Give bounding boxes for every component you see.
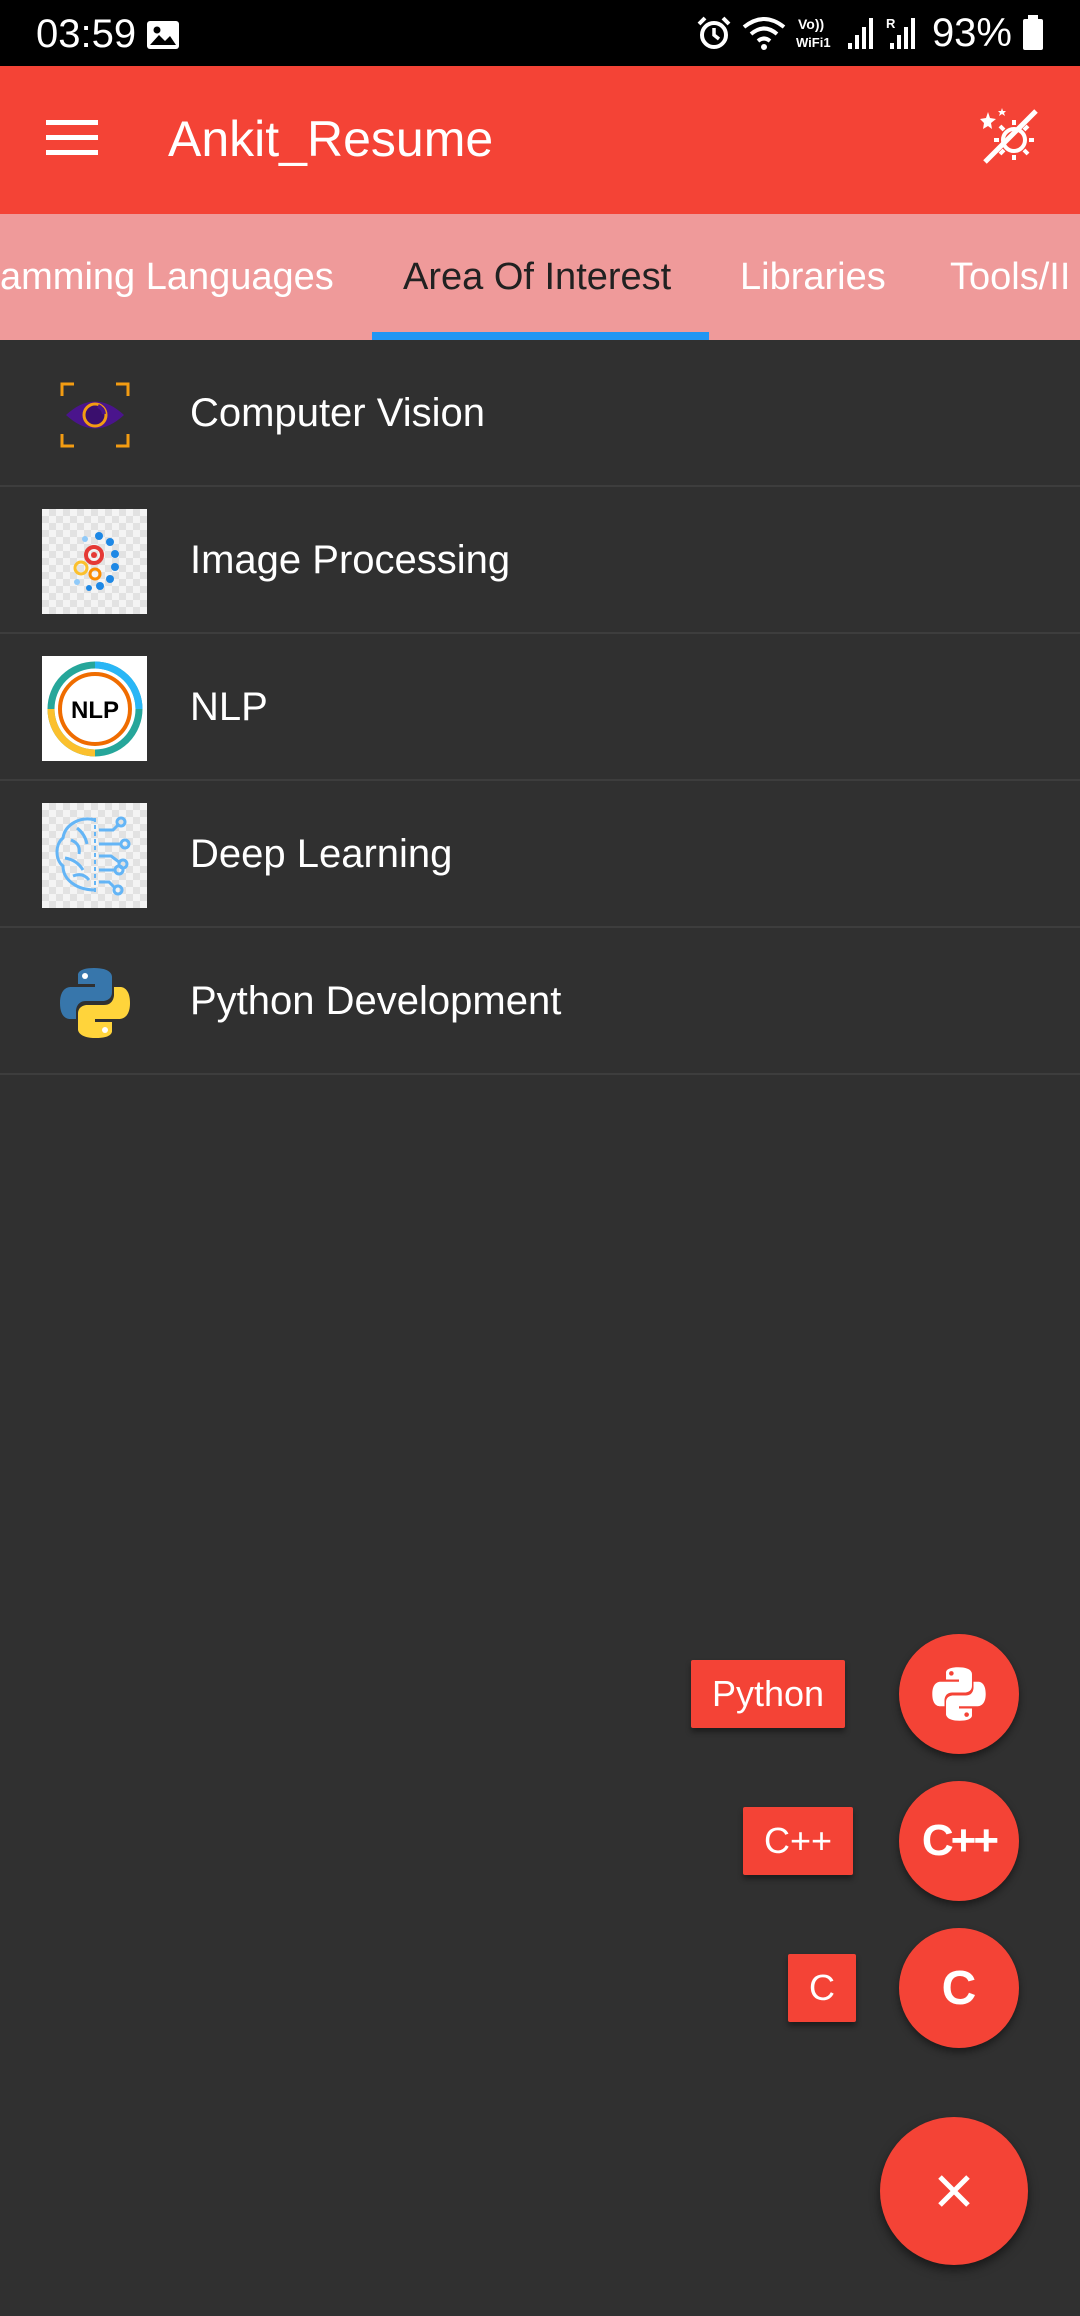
list-item-image-processing[interactable]: Image Processing	[0, 487, 1080, 634]
close-icon	[938, 2175, 970, 2207]
list-item-label: Computer Vision	[190, 391, 485, 435]
tab-libraries[interactable]: Libraries	[740, 214, 886, 340]
tab-tools[interactable]: Tools/II	[950, 214, 1070, 340]
signal-roaming-icon: R	[886, 16, 915, 49]
battery-icon	[1023, 15, 1043, 50]
status-icons: Vo)) WiFi1 R 93%	[696, 10, 1044, 56]
c-fab[interactable]: C	[899, 1928, 1019, 2048]
volte-text: Vo))	[798, 16, 824, 32]
speed-dial-c: C C	[0, 1928, 1080, 2048]
interest-list: Computer Vision Image Processing NLP NLP…	[0, 340, 1080, 1075]
python-icon	[932, 1667, 986, 1721]
computer-vision-icon	[42, 362, 147, 467]
list-item-label: Deep Learning	[190, 832, 453, 876]
tab-programming-languages[interactable]: amming Languages	[0, 214, 334, 340]
cpp-icon: C++	[921, 1816, 999, 1865]
roaming-text: R	[886, 16, 896, 31]
python-fab[interactable]	[899, 1634, 1019, 1754]
python-logo-icon	[42, 950, 147, 1055]
theme-toggle-icon[interactable]	[980, 106, 1040, 166]
list-item-label: Python Development	[190, 979, 562, 1023]
app-title: Ankit_Resume	[168, 111, 494, 167]
battery-percent: 93%	[931, 10, 1012, 55]
list-item-label: NLP	[190, 685, 268, 729]
image-processing-icon	[42, 509, 147, 614]
cpp-fab[interactable]: C++	[899, 1781, 1019, 1901]
menu-icon[interactable]	[46, 116, 98, 160]
status-time: 03:59	[36, 12, 137, 56]
tab-indicator	[372, 332, 709, 340]
c-icon: C	[941, 1961, 977, 2015]
list-item-nlp[interactable]: NLP NLP	[0, 634, 1080, 781]
wifi-icon	[742, 17, 786, 50]
speed-dial-cpp: C++ C++	[0, 1781, 1080, 1901]
speed-dial-main-fab[interactable]	[880, 2117, 1028, 2265]
cpp-fab-label[interactable]: C++	[743, 1807, 854, 1875]
speed-dial-python: Python	[0, 1634, 1080, 1754]
app-bar: Ankit_Resume	[0, 66, 1080, 214]
list-item-python-development[interactable]: Python Development	[0, 928, 1080, 1075]
volte-wifi-icon: Vo)) WiFi1	[796, 16, 831, 50]
deep-learning-brain-icon	[42, 803, 147, 908]
wifi-text: WiFi1	[796, 35, 831, 50]
list-item-deep-learning[interactable]: Deep Learning	[0, 781, 1080, 928]
alarm-icon	[697, 16, 731, 49]
tab-area-of-interest[interactable]: Area Of Interest	[403, 214, 671, 340]
signal-icon	[847, 18, 873, 49]
python-fab-label[interactable]: Python	[691, 1660, 846, 1728]
c-fab-label[interactable]: C	[788, 1954, 856, 2022]
list-item-computer-vision[interactable]: Computer Vision	[0, 340, 1080, 487]
gallery-icon	[147, 21, 179, 49]
status-bar: 03:59 Vo)) WiFi1 R 93%	[0, 0, 1080, 66]
nlp-icon: NLP	[42, 656, 147, 761]
list-item-label: Image Processing	[190, 538, 511, 582]
nlp-icon-text: NLP	[71, 697, 119, 724]
tab-bar: amming Languages Area Of Interest Librar…	[0, 214, 1080, 340]
